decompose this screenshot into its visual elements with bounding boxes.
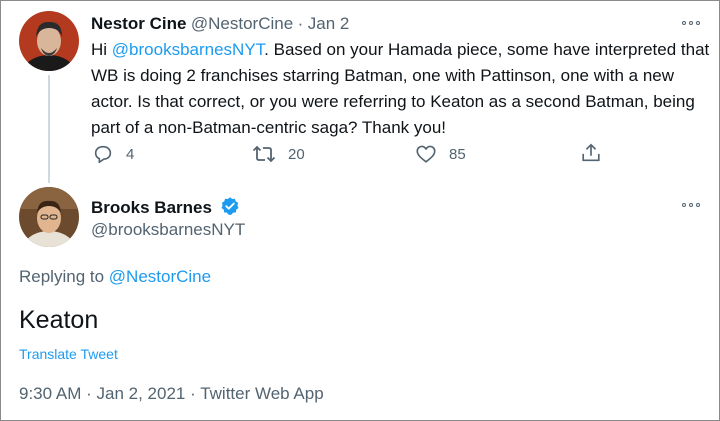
like-icon: [415, 143, 437, 165]
tweet-thread-card: Nestor Cine @NestorCine · Jan 2 Hi @broo…: [0, 0, 720, 421]
replying-to-line: Replying to @NestorCine: [19, 267, 211, 287]
retweet-count: 20: [288, 145, 305, 163]
translate-tweet-link[interactable]: Translate Tweet: [19, 346, 118, 362]
share-icon: [580, 142, 602, 164]
original-author-name[interactable]: Nestor Cine: [91, 14, 186, 33]
reply-icon: [92, 143, 114, 165]
thread-connector-line: [48, 75, 50, 183]
retweet-action[interactable]: 20: [252, 143, 305, 165]
header-separator: ·: [297, 14, 304, 33]
retweet-icon: [252, 143, 276, 165]
tweet-time[interactable]: 9:30 AM: [19, 384, 81, 403]
share-action[interactable]: [580, 142, 602, 164]
reply-author-name[interactable]: Brooks Barnes: [91, 198, 212, 217]
tweet-metadata: 9:30 AM · Jan 2, 2021 · Twitter Web App: [19, 384, 324, 404]
verified-badge-icon: [220, 196, 240, 221]
original-tweet-text: Hi @brooksbarnesNYT. Based on your Hamad…: [91, 37, 711, 141]
mention-link[interactable]: @brooksbarnesNYT: [112, 40, 264, 59]
meta-separator-1: ·: [86, 384, 92, 403]
reply-author-handle[interactable]: @brooksbarnesNYT: [91, 220, 245, 240]
meta-separator-2: ·: [190, 384, 196, 403]
nestor-cine-avatar[interactable]: [19, 11, 79, 71]
replying-to-label: Replying to: [19, 267, 105, 286]
reply-tweet-text: Keaton: [19, 306, 99, 334]
original-author-handle[interactable]: @NestorCine: [191, 14, 293, 33]
reply-more-icon[interactable]: [682, 203, 700, 207]
original-tweet-header: Nestor Cine @NestorCine · Jan 2: [91, 14, 349, 34]
replying-to-handle[interactable]: @NestorCine: [109, 267, 211, 286]
tweet-text-lead: Hi: [91, 40, 112, 59]
more-icon[interactable]: [682, 21, 700, 25]
original-tweet-date[interactable]: Jan 2: [308, 14, 350, 33]
tweet-source[interactable]: Twitter Web App: [200, 384, 323, 403]
like-action[interactable]: 85: [415, 143, 466, 165]
reply-action[interactable]: 4: [92, 143, 134, 165]
tweet-full-date[interactable]: Jan 2, 2021: [97, 384, 186, 403]
reply-author-row: Brooks Barnes: [91, 196, 240, 221]
like-count: 85: [449, 145, 466, 163]
reply-count: 4: [126, 145, 135, 163]
brooks-barnes-avatar[interactable]: [19, 187, 79, 247]
